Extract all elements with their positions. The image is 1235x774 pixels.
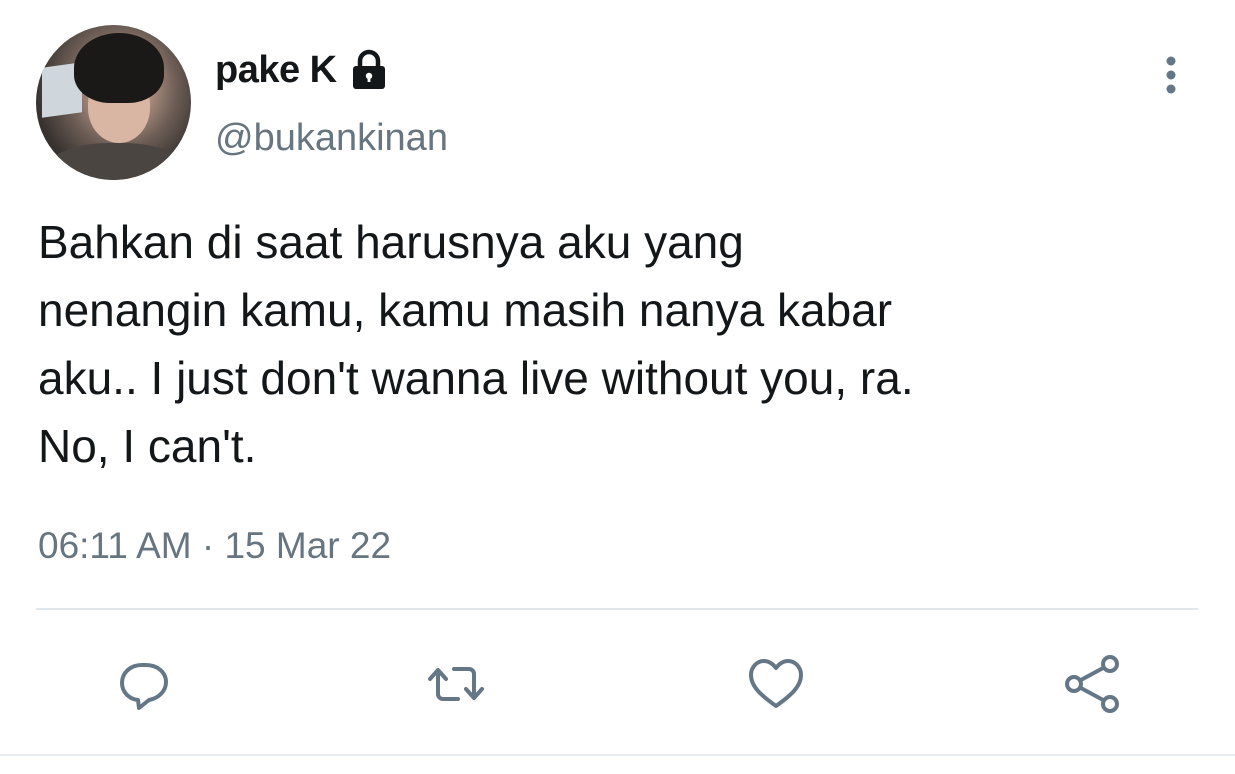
display-name[interactable]: pake K bbox=[215, 49, 337, 92]
tweet-card: pake K @bukankinan Bahkan di saat harusn… bbox=[0, 0, 1235, 774]
user-name-row: pake K bbox=[215, 46, 391, 94]
tweet-timestamp[interactable]: 06:11 AM · 15 Mar 22 bbox=[38, 525, 391, 567]
divider bbox=[36, 608, 1198, 610]
retweet-button[interactable] bbox=[426, 654, 486, 714]
avatar-coat bbox=[46, 143, 186, 180]
avatar[interactable] bbox=[36, 25, 191, 180]
like-icon bbox=[749, 659, 803, 708]
tweet-text: Bahkan di saat harusnya aku yang nenangi… bbox=[38, 216, 914, 472]
reply-icon bbox=[120, 663, 168, 710]
share-button[interactable] bbox=[1062, 654, 1122, 714]
more-vertical-icon[interactable] bbox=[1150, 52, 1192, 98]
share-icon bbox=[1065, 655, 1119, 713]
reply-button[interactable] bbox=[114, 654, 174, 714]
avatar-hair bbox=[74, 33, 164, 103]
lock-icon bbox=[347, 48, 391, 92]
retweet-icon bbox=[428, 667, 484, 701]
like-button[interactable] bbox=[746, 654, 806, 714]
user-handle[interactable]: @bukankinan bbox=[215, 117, 448, 160]
bottom-divider bbox=[0, 754, 1235, 756]
